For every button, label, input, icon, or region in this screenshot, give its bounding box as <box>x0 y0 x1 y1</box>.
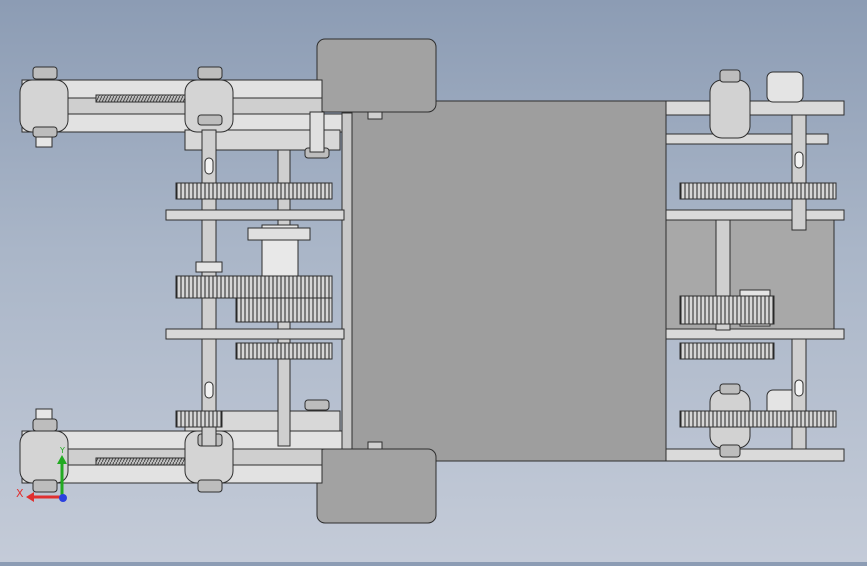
main-body-plate <box>349 100 667 462</box>
wheel-axle-stub-top <box>367 111 383 120</box>
cad-viewport[interactable]: X Y <box>0 0 867 562</box>
wheel-bottom <box>316 448 437 524</box>
wheel-top <box>316 38 437 113</box>
frame-rail-left <box>341 112 353 450</box>
wheel-axle-stub-bottom <box>367 441 383 450</box>
x-axis-arrowhead-icon <box>26 492 34 502</box>
assembly-drawing[interactable]: X Y <box>0 0 867 562</box>
z-axis-dot-icon <box>59 494 67 502</box>
x-axis-label: X <box>16 487 24 500</box>
y-axis-label: Y <box>59 446 65 455</box>
left-linkage-top <box>21 79 343 151</box>
